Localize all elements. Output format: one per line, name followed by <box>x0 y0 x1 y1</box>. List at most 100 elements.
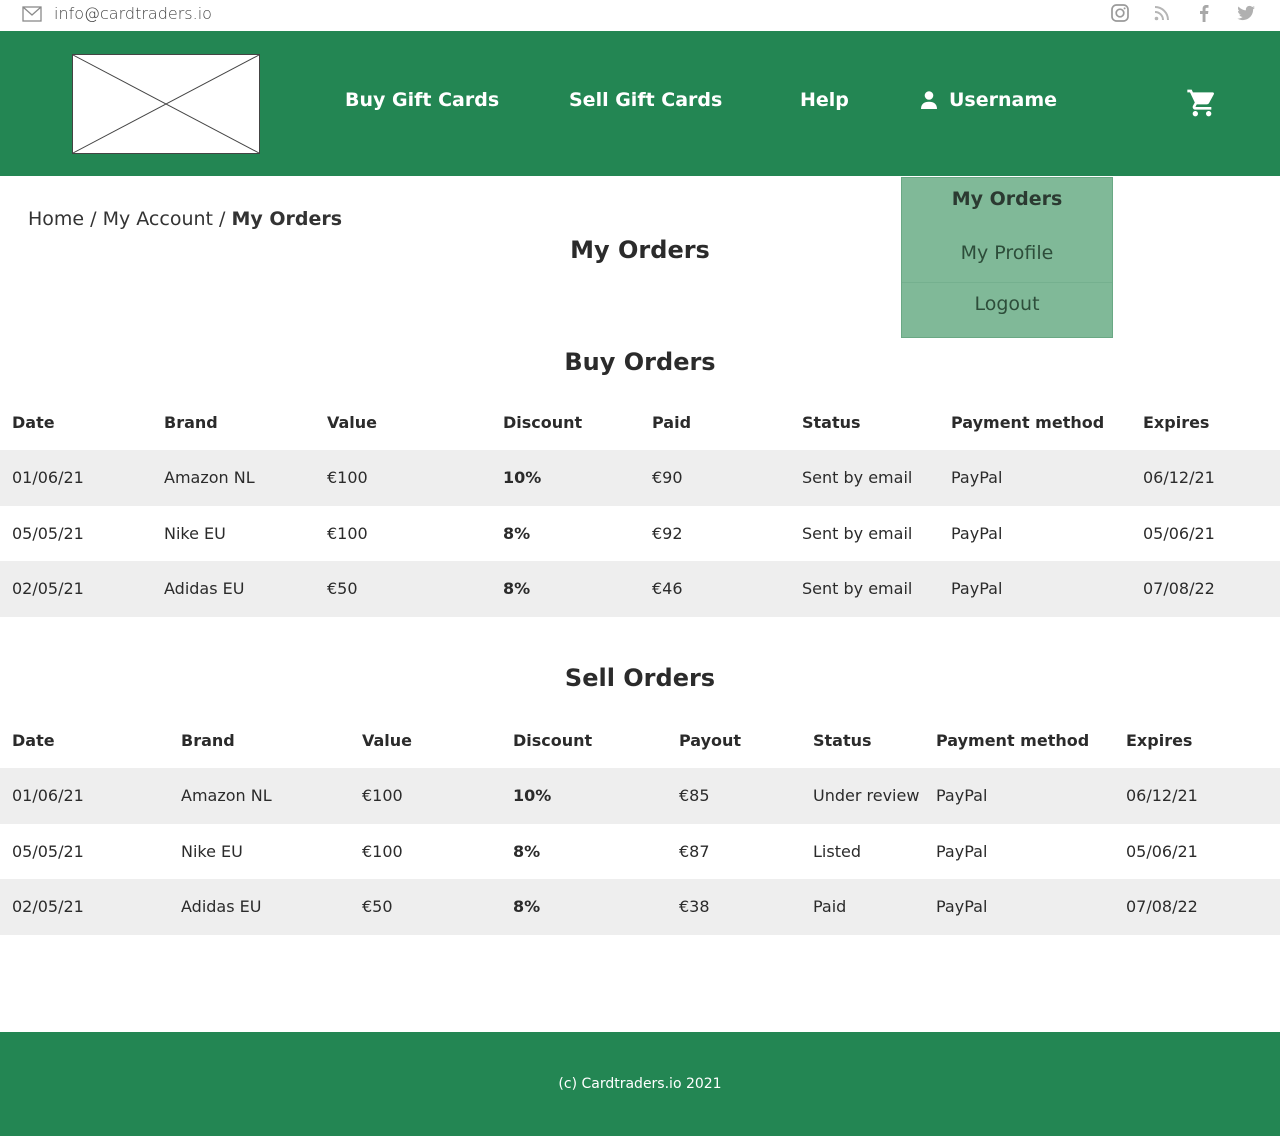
cell-payment-method: PayPal <box>951 468 1003 488</box>
breadcrumb-home[interactable]: Home <box>28 208 84 230</box>
cell-payout: €87 <box>679 841 710 861</box>
top-bar: info@cardtraders.io <box>0 0 1280 31</box>
cell-status: Under review <box>813 786 920 806</box>
table-header-row: Date Brand Value Discount Payout Status … <box>0 712 1280 768</box>
breadcrumb-current: My Orders <box>231 208 343 230</box>
table-row[interactable]: 05/05/21 Nike EU €100 8% €87 Listed PayP… <box>0 824 1280 880</box>
contact-email[interactable]: info@cardtraders.io <box>22 4 212 23</box>
site-header: Buy Gift Cards Sell Gift Cards Help User… <box>0 31 1280 176</box>
instagram-icon[interactable] <box>1110 2 1130 24</box>
nav-buy-gift-cards[interactable]: Buy Gift Cards <box>345 89 499 111</box>
column-header-date: Date <box>12 412 55 432</box>
cell-paid: €46 <box>652 579 683 599</box>
cell-payment-method: PayPal <box>951 579 1003 599</box>
cell-status: Paid <box>813 897 847 917</box>
nav-sell-gift-cards[interactable]: Sell Gift Cards <box>569 89 722 111</box>
sell-orders-table: Date Brand Value Discount Payout Status … <box>0 712 1280 935</box>
cell-date: 01/06/21 <box>12 786 84 806</box>
column-header-brand: Brand <box>164 412 218 432</box>
cell-value: €100 <box>362 841 403 861</box>
cart-icon[interactable] <box>1186 87 1218 119</box>
cell-brand: Adidas EU <box>164 579 245 599</box>
cell-discount: 8% <box>503 579 531 599</box>
dropdown-item-logout[interactable]: Logout <box>902 293 1112 315</box>
dropdown-item-my-orders[interactable]: My Orders <box>902 188 1112 210</box>
column-header-status: Status <box>802 412 861 432</box>
facebook-icon[interactable] <box>1194 2 1214 24</box>
logo-placeholder[interactable] <box>72 54 260 154</box>
cell-payment-method: PayPal <box>936 897 988 917</box>
cell-discount: 8% <box>513 897 541 917</box>
cell-date: 02/05/21 <box>12 579 84 599</box>
cell-paid: €92 <box>652 523 683 543</box>
twitter-icon[interactable] <box>1236 2 1256 24</box>
column-header-brand: Brand <box>181 730 235 750</box>
cell-date: 05/05/21 <box>12 841 84 861</box>
cell-payment-method: PayPal <box>936 841 988 861</box>
column-header-payment-method: Payment method <box>951 412 1105 432</box>
user-icon <box>921 91 937 109</box>
cell-date: 05/05/21 <box>12 523 84 543</box>
column-header-expires: Expires <box>1143 412 1210 432</box>
cell-expires: 06/12/21 <box>1126 786 1198 806</box>
cell-brand: Adidas EU <box>181 897 262 917</box>
mail-icon <box>22 5 42 22</box>
cell-brand: Nike EU <box>164 523 226 543</box>
cell-payout: €38 <box>679 897 710 917</box>
table-header-row: Date Brand Value Discount Paid Status Pa… <box>0 394 1280 450</box>
column-header-date: Date <box>12 730 55 750</box>
column-header-value: Value <box>327 412 378 432</box>
site-footer: (c) Cardtraders.io 2021 <box>0 1032 1280 1136</box>
column-header-discount: Discount <box>503 412 583 432</box>
cell-payment-method: PayPal <box>951 523 1003 543</box>
nav-help[interactable]: Help <box>800 89 849 111</box>
column-header-paid: Paid <box>652 412 692 432</box>
dropdown-divider <box>902 282 1112 283</box>
cell-expires: 07/08/22 <box>1143 579 1215 599</box>
cell-discount: 8% <box>513 841 541 861</box>
breadcrumb: Home / My Account / My Orders <box>28 208 342 230</box>
contact-email-text: info@cardtraders.io <box>54 4 212 23</box>
page-title: My Orders <box>570 236 710 264</box>
cell-expires: 05/06/21 <box>1126 841 1198 861</box>
sell-orders-title: Sell Orders <box>564 664 716 692</box>
social-links <box>1110 2 1256 24</box>
breadcrumb-separator: / <box>213 208 232 230</box>
cell-expires: 07/08/22 <box>1126 897 1198 917</box>
cell-status: Sent by email <box>802 579 913 599</box>
breadcrumb-separator: / <box>84 208 103 230</box>
cell-discount: 10% <box>513 786 552 806</box>
column-header-value: Value <box>362 730 413 750</box>
cell-date: 02/05/21 <box>12 897 84 917</box>
cell-value: €50 <box>327 579 358 599</box>
cell-value: €100 <box>327 468 368 488</box>
column-header-payment-method: Payment method <box>936 730 1090 750</box>
table-row[interactable]: 02/05/21 Adidas EU €50 8% €38 Paid PayPa… <box>0 879 1280 935</box>
breadcrumb-my-account[interactable]: My Account <box>103 208 213 230</box>
cell-brand: Amazon NL <box>164 468 255 488</box>
rss-icon[interactable] <box>1152 2 1172 24</box>
cell-status: Sent by email <box>802 468 913 488</box>
cell-value: €100 <box>327 523 368 543</box>
buy-orders-table: Date Brand Value Discount Paid Status Pa… <box>0 394 1280 617</box>
cell-value: €100 <box>362 786 403 806</box>
cell-value: €50 <box>362 897 393 917</box>
column-header-payout: Payout <box>679 730 742 750</box>
nav-user-menu[interactable]: Username <box>920 89 1057 111</box>
column-header-status: Status <box>813 730 872 750</box>
cell-expires: 06/12/21 <box>1143 468 1215 488</box>
cell-discount: 10% <box>503 468 542 488</box>
cell-date: 01/06/21 <box>12 468 84 488</box>
cell-paid: €90 <box>652 468 683 488</box>
table-row[interactable]: 01/06/21 Amazon NL €100 10% €85 Under re… <box>0 768 1280 824</box>
cell-brand: Nike EU <box>181 841 243 861</box>
column-header-discount: Discount <box>513 730 593 750</box>
cell-status: Listed <box>813 841 861 861</box>
cell-status: Sent by email <box>802 523 913 543</box>
table-row[interactable]: 01/06/21 Amazon NL €100 10% €90 Sent by … <box>0 450 1280 506</box>
buy-orders-title: Buy Orders <box>564 348 716 376</box>
table-row[interactable]: 02/05/21 Adidas EU €50 8% €46 Sent by em… <box>0 561 1280 617</box>
table-row[interactable]: 05/05/21 Nike EU €100 8% €92 Sent by ema… <box>0 506 1280 562</box>
cell-payout: €85 <box>679 786 710 806</box>
username-label: Username <box>949 89 1058 111</box>
